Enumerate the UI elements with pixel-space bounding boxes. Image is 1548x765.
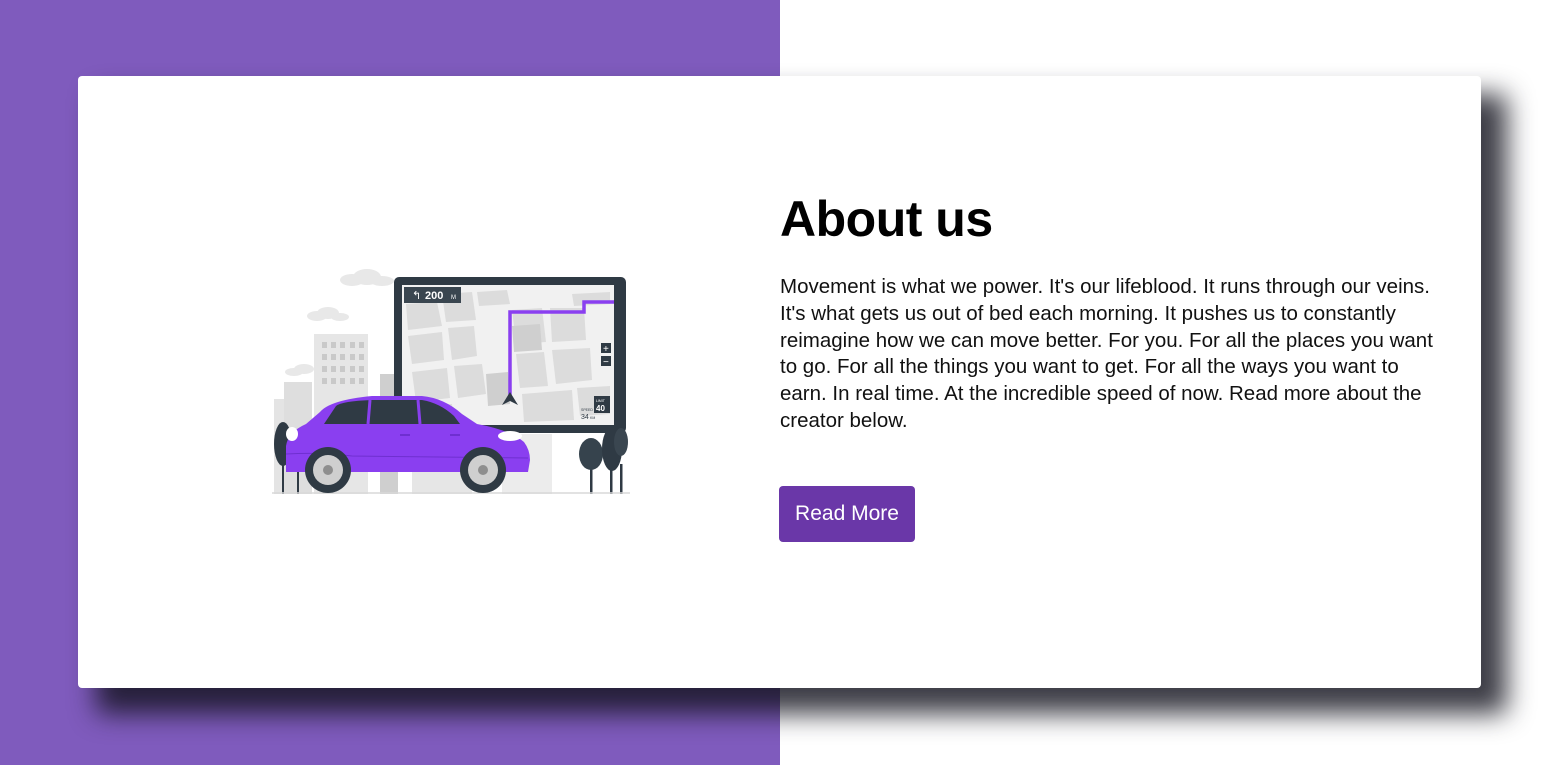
trees-right [579,427,628,494]
wheel-front [460,447,506,493]
zoom-out-icon: − [603,357,609,368]
current-speed-label: SPEED [581,408,593,412]
page-title: About us [780,191,993,247]
current-speed-value: 34 [581,414,589,421]
car-navigation-illustration: ↰ 200 M + − LIMIT 40 SPEED 34 KM [272,269,630,494]
wheel-rear [305,447,351,493]
current-speed-unit: KM [590,416,595,420]
nav-distance-text: 200 [425,290,443,302]
read-more-button[interactable]: Read More [779,486,915,542]
about-description: Movement is what we power. It's our life… [780,275,1433,432]
turn-left-icon: ↰ [412,290,421,302]
nav-unit-text: M [451,295,456,301]
speed-limit-label: LIMIT [596,399,606,403]
zoom-in-icon: + [603,344,609,355]
speed-limit-value: 40 [596,404,605,413]
